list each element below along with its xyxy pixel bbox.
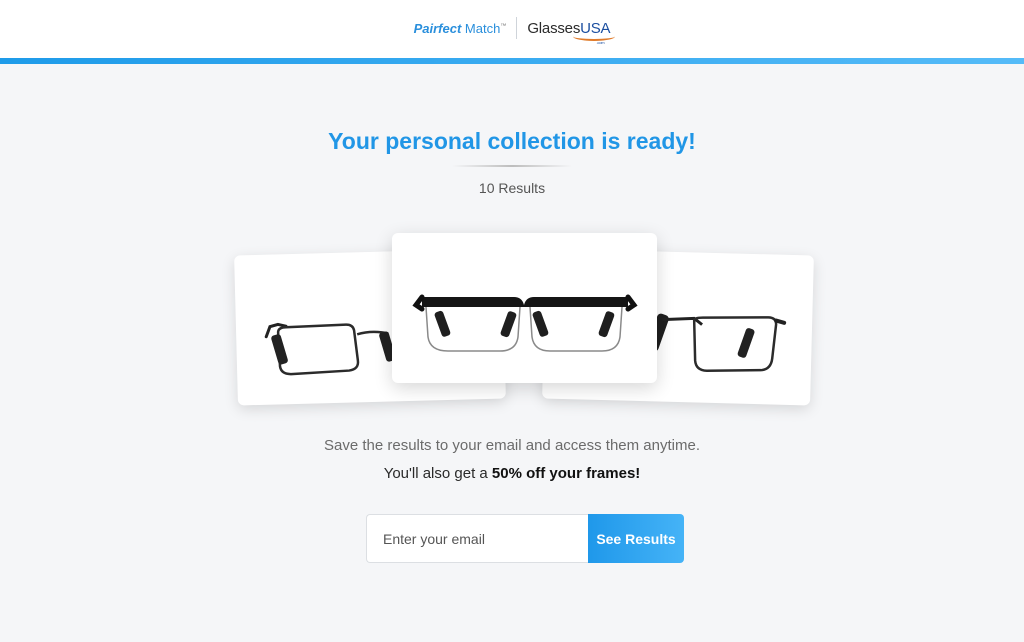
glassesusa-logo[interactable]: GlassesUSA .com (527, 19, 616, 45)
product-card-center (392, 233, 657, 383)
save-results-text: Save the results to your email and acces… (323, 437, 700, 454)
results-count: 10 Results (478, 180, 546, 196)
offer-highlight-text: 50% off your frames! (491, 465, 641, 482)
header-accent-bar (0, 58, 1024, 64)
logo-dotcom-text: .com (596, 39, 605, 45)
discount-offer-text: You'll also get a 50% off your frames! (0, 465, 1024, 482)
offer-prefix-text: You'll also get a (383, 465, 492, 482)
see-results-button[interactable]: See Results (588, 514, 684, 563)
brand-logos: Pairfect Match™ GlassesUSA .com (0, 17, 1024, 45)
logo-swoosh-icon (573, 32, 616, 41)
logo-match-text: Match (461, 20, 501, 36)
logo-divider (516, 17, 518, 39)
pairfect-match-logo[interactable]: Pairfect Match™ (414, 21, 507, 36)
header: Pairfect Match™ GlassesUSA .com (0, 0, 1024, 58)
logo-glasses-text: Glasses (527, 19, 581, 37)
title-divider (452, 165, 572, 167)
glasses-frame-icon (412, 294, 638, 352)
email-form: See Results (366, 514, 684, 563)
email-field[interactable] (366, 514, 588, 563)
logo-pairfect-text: Pairfect (413, 20, 462, 36)
page-title: Your personal collection is ready! (328, 128, 696, 154)
logo-trademark: ™ (500, 23, 507, 30)
